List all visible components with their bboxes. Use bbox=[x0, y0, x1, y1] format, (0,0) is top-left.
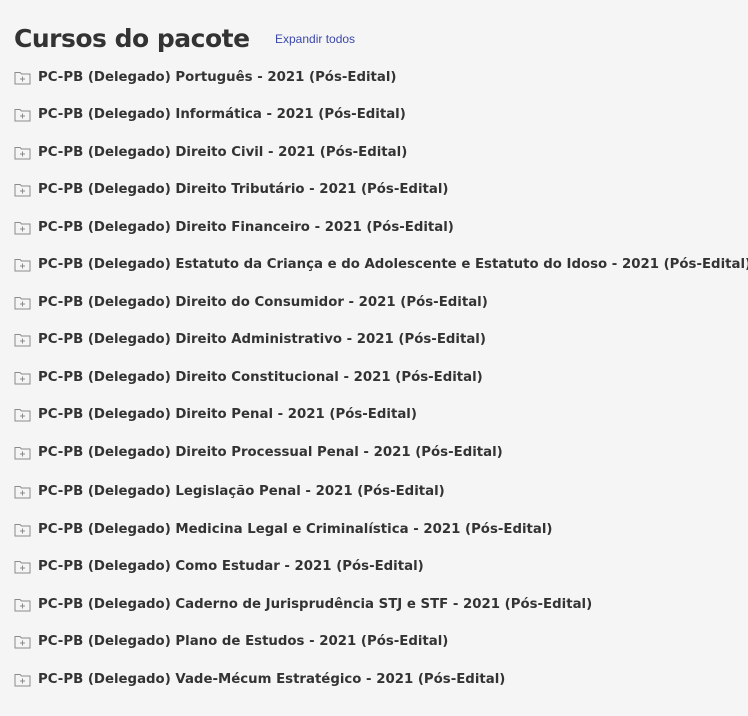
page-title: Cursos do pacote bbox=[14, 24, 250, 53]
folder-plus-icon bbox=[14, 70, 31, 85]
course-item[interactable]: PC-PB (Delegado) Plano de Estudos - 2021… bbox=[14, 631, 448, 651]
course-label: PC-PB (Delegado) Português - 2021 (Pós-E… bbox=[38, 69, 397, 85]
course-label: PC-PB (Delegado) Direito Constitucional … bbox=[38, 369, 483, 385]
course-label: PC-PB (Delegado) Como Estudar - 2021 (Pó… bbox=[38, 558, 424, 574]
course-label: PC-PB (Delegado) Vade-Mécum Estratégico … bbox=[38, 671, 506, 687]
course-label: PC-PB (Delegado) Informática - 2021 (Pós… bbox=[38, 106, 406, 122]
course-item[interactable]: PC-PB (Delegado) Medicina Legal e Crimin… bbox=[14, 519, 553, 539]
course-label: PC-PB (Delegado) Direito Tributário - 20… bbox=[38, 181, 449, 197]
course-label: PC-PB (Delegado) Direito Processual Pena… bbox=[38, 444, 503, 460]
course-item[interactable]: PC-PB (Delegado) Direito Penal - 2021 (P… bbox=[14, 404, 417, 424]
folder-plus-icon bbox=[14, 220, 31, 235]
course-item[interactable]: PC-PB (Delegado) Direito Administrativo … bbox=[14, 329, 486, 349]
folder-plus-icon bbox=[14, 522, 31, 537]
folder-plus-icon bbox=[14, 559, 31, 574]
course-item[interactable]: PC-PB (Delegado) Estatuto da Criança e d… bbox=[14, 254, 748, 274]
folder-plus-icon bbox=[14, 445, 31, 460]
course-item[interactable]: PC-PB (Delegado) Caderno de Jurisprudênc… bbox=[14, 594, 592, 614]
course-item[interactable]: PC-PB (Delegado) Direito Tributário - 20… bbox=[14, 179, 448, 199]
course-item[interactable]: PC-PB (Delegado) Direito Civil - 2021 (P… bbox=[14, 142, 407, 162]
folder-plus-icon bbox=[14, 145, 31, 160]
course-label: PC-PB (Delegado) Legislação Penal - 2021… bbox=[38, 483, 445, 499]
folder-plus-icon bbox=[14, 295, 31, 310]
course-item[interactable]: PC-PB (Delegado) Direito Constitucional … bbox=[14, 367, 483, 387]
course-item[interactable]: PC-PB (Delegado) Direito do Consumidor -… bbox=[14, 292, 488, 312]
course-label: PC-PB (Delegado) Plano de Estudos - 2021… bbox=[38, 633, 449, 649]
course-label: PC-PB (Delegado) Medicina Legal e Crimin… bbox=[38, 521, 553, 537]
course-label: PC-PB (Delegado) Direito do Consumidor -… bbox=[38, 294, 488, 310]
course-label: PC-PB (Delegado) Direito Financeiro - 20… bbox=[38, 219, 454, 235]
page-header: Cursos do pacote bbox=[14, 19, 250, 59]
folder-plus-icon bbox=[14, 597, 31, 612]
course-item[interactable]: PC-PB (Delegado) Direito Processual Pena… bbox=[14, 442, 503, 462]
folder-plus-icon bbox=[14, 332, 31, 347]
folder-plus-icon bbox=[14, 370, 31, 385]
course-item[interactable]: PC-PB (Delegado) Direito Financeiro - 20… bbox=[14, 217, 454, 237]
course-item[interactable]: PC-PB (Delegado) Vade-Mécum Estratégico … bbox=[14, 669, 505, 689]
folder-plus-icon bbox=[14, 484, 31, 499]
course-item[interactable]: PC-PB (Delegado) Português - 2021 (Pós-E… bbox=[14, 67, 397, 87]
folder-plus-icon bbox=[14, 407, 31, 422]
folder-plus-icon bbox=[14, 107, 31, 122]
course-item[interactable]: PC-PB (Delegado) Legislação Penal - 2021… bbox=[14, 481, 445, 501]
course-label: PC-PB (Delegado) Direito Penal - 2021 (P… bbox=[38, 406, 417, 422]
expand-all-link[interactable]: Expandir todos bbox=[275, 32, 355, 46]
folder-plus-icon bbox=[14, 672, 31, 687]
course-label: PC-PB (Delegado) Caderno de Jurisprudênc… bbox=[38, 596, 593, 612]
course-label: PC-PB (Delegado) Direito Civil - 2021 (P… bbox=[38, 144, 408, 160]
course-label: PC-PB (Delegado) Estatuto da Criança e d… bbox=[38, 256, 748, 272]
course-label: PC-PB (Delegado) Direito Administrativo … bbox=[38, 331, 486, 347]
course-item[interactable]: PC-PB (Delegado) Informática - 2021 (Pós… bbox=[14, 104, 406, 124]
folder-plus-icon bbox=[14, 634, 31, 649]
folder-plus-icon bbox=[14, 257, 31, 272]
course-item[interactable]: PC-PB (Delegado) Como Estudar - 2021 (Pó… bbox=[14, 556, 424, 576]
folder-plus-icon bbox=[14, 182, 31, 197]
